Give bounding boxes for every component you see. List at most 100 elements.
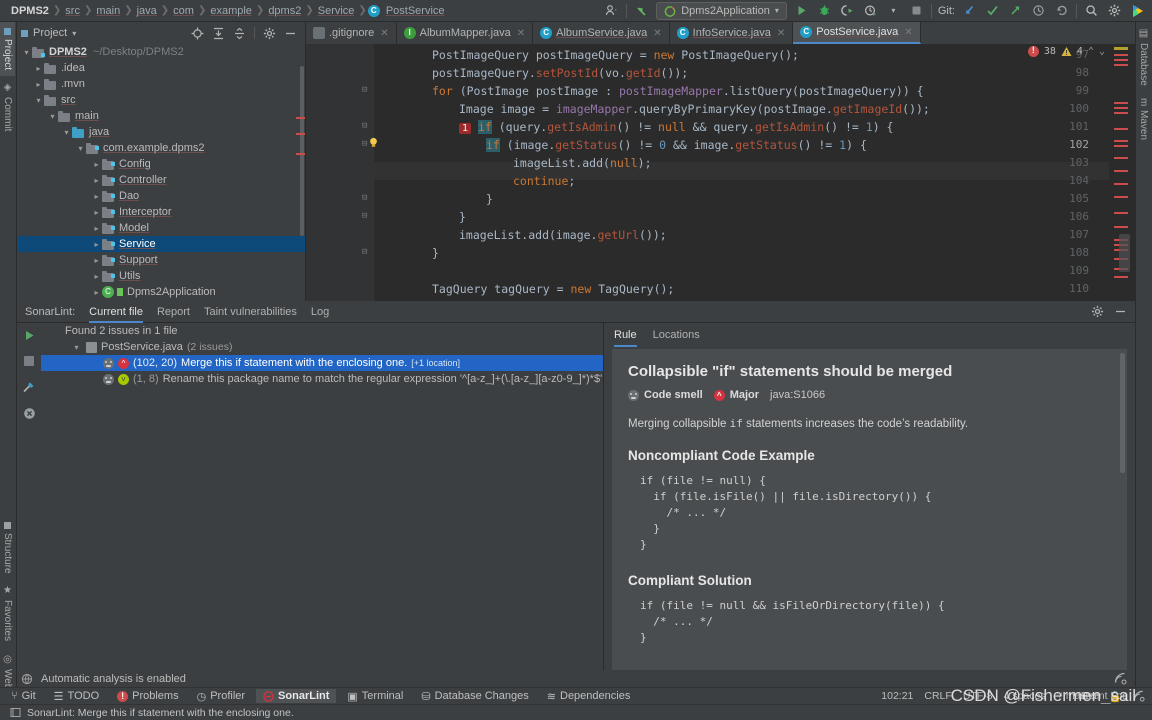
fold-icon[interactable]: ⊟ — [362, 139, 367, 149]
close-icon[interactable]: ✕ — [380, 28, 388, 39]
close-icon[interactable]: ✕ — [517, 28, 525, 39]
chevron-right-icon[interactable]: ▸ — [91, 192, 102, 201]
stripe-error-marker[interactable] — [1114, 59, 1128, 61]
tab-report[interactable]: Report — [157, 301, 190, 323]
editor-tab-albumservice[interactable]: C AlbumService.java ✕ — [533, 22, 670, 44]
run-configuration-selector[interactable]: Dpms2Application ▾ — [656, 1, 787, 20]
previous-problem-icon[interactable]: ⌃ — [1088, 46, 1094, 57]
chevron-down-icon[interactable]: ▾ — [885, 2, 902, 19]
fold-icon[interactable]: ⊟ — [362, 211, 367, 221]
stripe-error-marker[interactable] — [1114, 145, 1128, 147]
tree-item-dpms2application[interactable]: ▸ C Dpms2Application — [17, 284, 305, 300]
tree-item-java[interactable]: ▾ java — [17, 124, 305, 140]
chevron-down-icon[interactable]: ▾ — [72, 29, 76, 38]
gear-icon[interactable] — [263, 27, 276, 40]
tool-button-dependencies[interactable]: ≋ Dependencies — [540, 689, 638, 704]
breadcrumb-item-project[interactable]: DPMS2 — [8, 5, 52, 17]
rail-item-commit[interactable]: ◈ Commit — [0, 76, 15, 137]
project-scrollbar[interactable] — [300, 66, 304, 236]
chevron-right-icon[interactable]: ▸ — [33, 64, 44, 73]
chevron-right-icon[interactable]: ▸ — [91, 240, 102, 249]
stripe-error-marker[interactable] — [1114, 212, 1128, 214]
rail-item-favorites[interactable]: ★ Favorites — [0, 579, 15, 647]
stripe-error-marker[interactable] — [1114, 196, 1128, 198]
gear-icon[interactable] — [1106, 2, 1123, 19]
breadcrumb-item-example[interactable]: example — [207, 5, 255, 17]
caret-position[interactable]: 102:21 — [881, 690, 913, 702]
tree-item-package-root[interactable]: ▾ com.example.dpms2 — [17, 140, 305, 156]
tree-item-controller[interactable]: ▸ Controller — [17, 172, 305, 188]
tab-log[interactable]: Log — [311, 301, 329, 323]
stripe-error-marker[interactable] — [1114, 112, 1128, 114]
tree-item-support[interactable]: ▸ Support — [17, 252, 305, 268]
git-push-icon[interactable] — [1007, 2, 1024, 19]
history-icon[interactable] — [1030, 2, 1047, 19]
issue-location[interactable]: [+1 location] — [411, 358, 460, 368]
tree-item-main[interactable]: ▾ main — [17, 108, 305, 124]
sonarlint-status-icon[interactable] — [1114, 672, 1135, 685]
fold-icon[interactable]: ⊟ — [362, 247, 367, 257]
tool-button-todo[interactable]: ☰ TODO — [47, 689, 106, 704]
file-encoding[interactable]: UTF-8 — [963, 690, 993, 702]
event-log-widget[interactable]: ◔ Event Log — [1070, 690, 1128, 702]
breadcrumb-item-com[interactable]: com — [170, 5, 197, 17]
stop-icon[interactable] — [23, 355, 35, 367]
run-icon[interactable] — [793, 2, 810, 19]
stripe-warning-marker[interactable] — [1114, 47, 1128, 50]
chevron-down-icon[interactable]: ▾ — [47, 112, 58, 121]
configure-icon[interactable] — [22, 380, 36, 394]
intention-bulb-icon[interactable] — [368, 137, 379, 148]
breadcrumb-item-service[interactable]: Service — [315, 5, 358, 17]
chevron-right-icon[interactable]: ▸ — [91, 272, 102, 281]
git-update-icon[interactable] — [961, 2, 978, 19]
editor-gutter[interactable] — [306, 44, 374, 301]
undo-icon[interactable] — [633, 2, 650, 19]
stripe-error-marker[interactable] — [1114, 170, 1128, 172]
search-icon[interactable] — [1083, 2, 1100, 19]
stripe-error-marker[interactable] — [1114, 107, 1128, 109]
tree-item-interceptor[interactable]: ▸ Interceptor — [17, 204, 305, 220]
tool-button-git[interactable]: ⑂ Git — [4, 689, 43, 703]
stripe-error-marker[interactable] — [1114, 102, 1128, 104]
tree-item-mvn[interactable]: ▸ .mvn — [17, 76, 305, 92]
chevron-down-icon[interactable]: ▾ — [21, 48, 32, 57]
stop-icon[interactable] — [908, 2, 925, 19]
project-tree[interactable]: ▾ DPMS2 ~/Desktop/DPMS2 ▸ .idea ▸ .mvn ▾… — [17, 44, 305, 301]
tree-item-utils[interactable]: ▸ Utils — [17, 268, 305, 284]
code-editor[interactable]: 97 98 99 100 101 102 103 104 105 106 107… — [306, 44, 1135, 301]
git-commit-icon[interactable] — [984, 2, 1001, 19]
editor-tab-albummapper[interactable]: I AlbumMapper.java ✕ — [397, 22, 534, 44]
close-icon[interactable]: ✕ — [777, 28, 785, 39]
rail-item-project[interactable]: Project — [0, 22, 15, 77]
breadcrumb-item-src[interactable]: src — [62, 5, 83, 17]
breadcrumb-item-java[interactable]: java — [134, 5, 160, 17]
stripe-error-marker[interactable] — [1114, 183, 1128, 185]
issues-file-node[interactable]: ▾ PostService.java (2 issues) — [41, 339, 603, 355]
tree-item-dpms2[interactable]: ▾ DPMS2 ~/Desktop/DPMS2 — [17, 44, 305, 60]
next-problem-icon[interactable]: ⌄ — [1099, 46, 1105, 57]
rollback-icon[interactable] — [1053, 2, 1070, 19]
stripe-error-marker[interactable] — [1114, 157, 1128, 159]
tree-item-src[interactable]: ▾ src — [17, 92, 305, 108]
editor-tab-postservice[interactable]: C PostService.java ✕ — [793, 22, 921, 44]
editor-tab-gitignore[interactable]: .gitignore ✕ — [306, 22, 397, 44]
expand-all-icon[interactable] — [212, 27, 225, 40]
stripe-error-marker[interactable] — [1114, 128, 1128, 130]
stripe-error-marker[interactable] — [1114, 54, 1128, 56]
tab-locations[interactable]: Locations — [653, 323, 700, 347]
profile-run-icon[interactable] — [862, 2, 879, 19]
tab-taint-vulnerabilities[interactable]: Taint vulnerabilities — [204, 301, 297, 323]
hide-icon[interactable] — [1114, 305, 1127, 318]
error-stripe[interactable] — [1109, 44, 1135, 301]
close-icon[interactable]: ✕ — [904, 27, 912, 38]
tree-item-config[interactable]: ▸ Config — [17, 156, 305, 172]
chevron-down-icon[interactable]: ▾ — [61, 128, 72, 137]
ide-icon[interactable] — [1129, 2, 1146, 19]
stripe-error-marker[interactable] — [1114, 226, 1128, 228]
profile-icon[interactable] — [603, 2, 620, 19]
close-icon[interactable]: ✕ — [653, 28, 661, 39]
tree-item-idea[interactable]: ▸ .idea — [17, 60, 305, 76]
tree-item-model[interactable]: ▸ Model — [17, 220, 305, 236]
chevron-right-icon[interactable]: ▸ — [91, 176, 102, 185]
tool-button-profiler[interactable]: ◷ Profiler — [190, 689, 252, 704]
